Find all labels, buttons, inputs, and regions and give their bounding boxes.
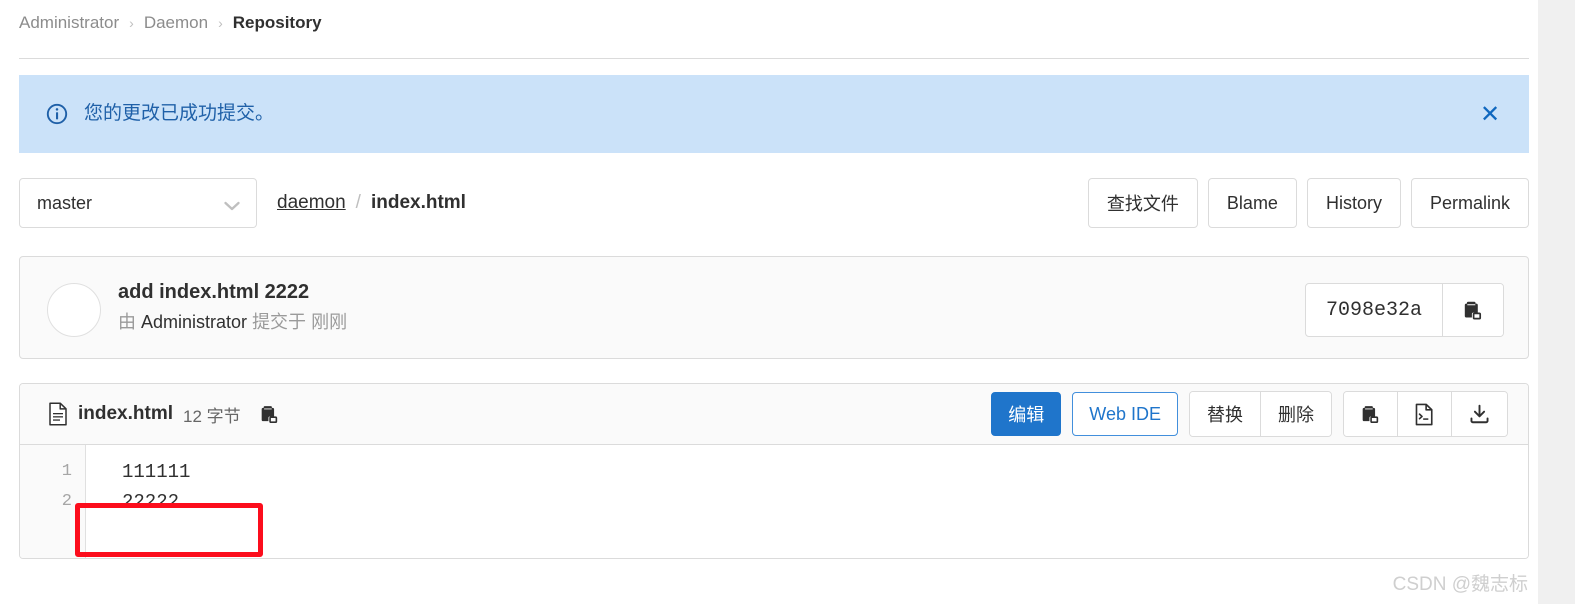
file-breadcrumb-dir[interactable]: daemon <box>277 192 346 214</box>
page-root: Administrator › Daemon › Repository 您的更改… <box>0 0 1575 604</box>
breadcrumb-item-administrator[interactable]: Administrator <box>19 10 119 36</box>
watermark: CSDN @魏志标 <box>1392 574 1528 595</box>
file-breadcrumb-file: index.html <box>370 192 466 213</box>
replace-button[interactable]: 替换 <box>1190 392 1260 436</box>
permalink-button[interactable]: Permalink <box>1410 178 1529 228</box>
breadcrumb-separator-icon: › <box>129 15 134 31</box>
file-breadcrumb-separator: / <box>355 192 361 213</box>
last-commit-card: add index.html 2222 由 Administrator 提交于 … <box>19 256 1529 359</box>
commit-hash[interactable]: 7098e32a <box>1306 284 1442 336</box>
toolbar-actions: 查找文件 Blame History Permalink <box>1087 178 1529 228</box>
clipboard-icon[interactable] <box>1344 392 1397 436</box>
file-header: index.html 12 字节 编辑 Web IDE 替换 删除 <box>20 384 1528 445</box>
code-line: 111111 <box>122 461 191 483</box>
commit-message[interactable]: add index.html 2222 <box>118 277 347 307</box>
file-viewer-card: index.html 12 字节 编辑 Web IDE 替换 删除 1 2 11… <box>19 383 1529 559</box>
commit-author-line: 由 Administrator 提交于 刚刚 <box>118 308 347 336</box>
edit-button[interactable]: 编辑 <box>991 392 1062 436</box>
breadcrumb-separator-icon: › <box>218 15 223 31</box>
file-actions: 编辑 Web IDE 替换 删除 <box>991 384 1508 444</box>
replace-delete-group: 替换 删除 <box>1189 391 1332 437</box>
header-divider <box>19 58 1529 59</box>
alert-message: 您的更改已成功提交。 <box>84 103 275 124</box>
code-viewer: 1 2 111111 22222 <box>20 445 1528 558</box>
branch-selector[interactable]: master <box>19 178 257 228</box>
commit-author[interactable]: Administrator <box>141 312 247 332</box>
code-content[interactable]: 111111 22222 <box>86 445 1528 558</box>
line-number-gutter: 1 2 <box>20 445 86 558</box>
find-file-button[interactable]: 查找文件 <box>1087 178 1198 228</box>
clipboard-icon[interactable] <box>259 402 281 426</box>
web-ide-button[interactable]: Web IDE <box>1072 392 1178 436</box>
avatar <box>47 283 101 337</box>
download-icon[interactable] <box>1451 392 1507 436</box>
breadcrumb-item-repository: Repository <box>232 13 322 32</box>
commit-by-prefix: 由 <box>118 312 136 332</box>
info-circle-icon <box>46 103 68 125</box>
commit-meta: add index.html 2222 由 Administrator 提交于 … <box>118 277 347 336</box>
chevron-down-icon <box>224 198 240 211</box>
breadcrumb: Administrator › Daemon › Repository <box>19 10 322 36</box>
blame-button[interactable]: Blame <box>1207 178 1297 228</box>
history-button[interactable]: History <box>1306 178 1401 228</box>
branch-selector-value: master <box>37 192 93 213</box>
code-line: 22222 <box>122 491 180 513</box>
file-toolbar: master daemon / index.html 查找文件 Blame Hi… <box>19 178 1529 228</box>
line-number[interactable]: 2 <box>20 487 85 517</box>
commit-action-text: 提交于 <box>252 312 307 332</box>
success-alert: 您的更改已成功提交。 ✕ <box>19 75 1529 153</box>
document-icon <box>48 402 68 426</box>
breadcrumb-item-daemon[interactable]: Daemon <box>144 10 208 36</box>
page-right-gutter <box>1538 0 1575 604</box>
file-name: index.html <box>78 403 174 424</box>
file-code-icon[interactable] <box>1397 392 1451 436</box>
clipboard-icon[interactable] <box>1442 284 1503 336</box>
page-content: Administrator › Daemon › Repository 您的更改… <box>0 0 1538 604</box>
file-size: 12 字节 <box>183 406 241 426</box>
close-icon[interactable]: ✕ <box>1477 101 1503 127</box>
line-number[interactable]: 1 <box>20 457 85 487</box>
file-title: index.html 12 字节 <box>48 384 281 444</box>
commit-hash-group: 7098e32a <box>1304 283 1504 337</box>
file-breadcrumb: daemon / index.html <box>277 178 466 228</box>
file-icon-actions-group <box>1343 391 1508 437</box>
delete-button[interactable]: 删除 <box>1260 392 1331 436</box>
commit-time: 刚刚 <box>311 312 348 332</box>
